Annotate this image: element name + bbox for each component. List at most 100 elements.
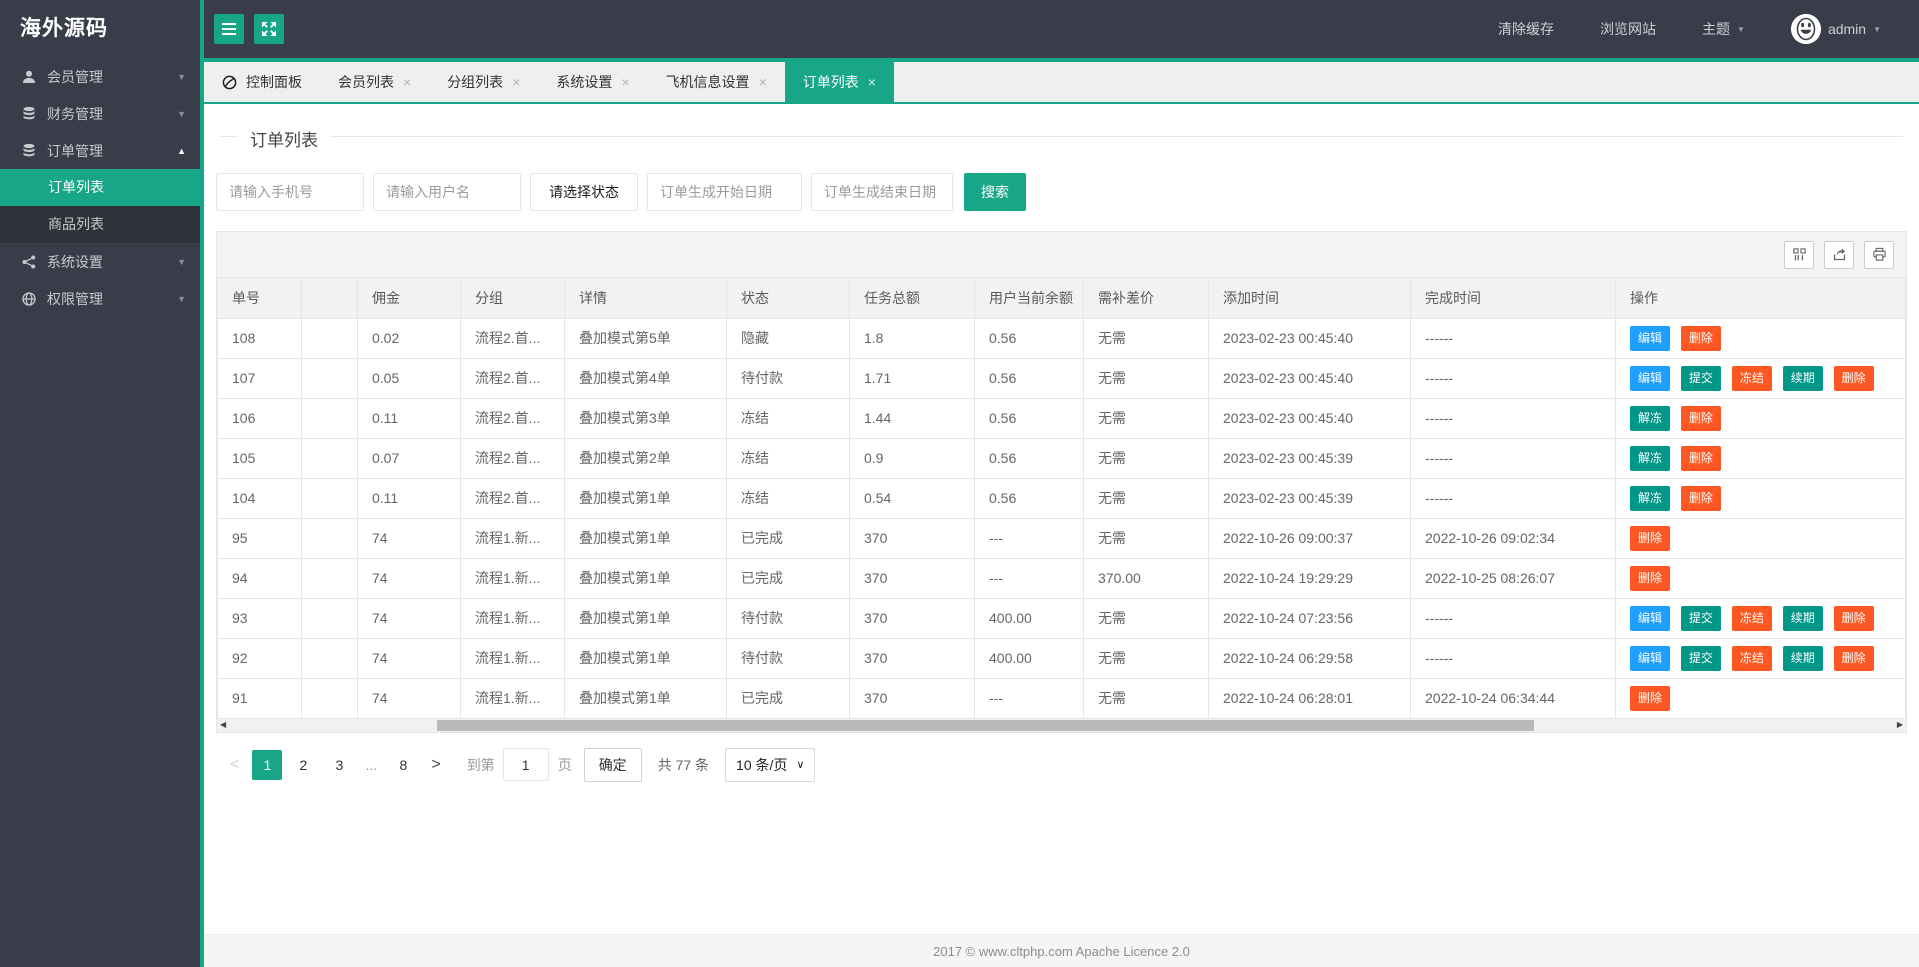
- table-row: 105 0.07 流程2.首... 叠加模式第2单 冻结 0.9 0.56 无需…: [217, 437, 1906, 479]
- close-icon[interactable]: ×: [868, 74, 876, 90]
- sidebar-menu: 会员管理 ▼ 财务管理 ▼ 订单管理 ▲ 订单列表 商品列表 系统设置 ▼ 权限…: [0, 58, 200, 317]
- close-icon[interactable]: ×: [512, 74, 520, 90]
- row-action-button[interactable]: 删除: [1680, 445, 1721, 471]
- row-action-button[interactable]: 提交: [1680, 645, 1721, 671]
- page-number-8[interactable]: 8: [388, 750, 418, 780]
- cell-detail: 叠加模式第5单: [564, 317, 727, 359]
- chevron-down-icon: ∨: [796, 759, 805, 771]
- username-input[interactable]: [373, 173, 521, 211]
- row-action-button[interactable]: 解冻: [1630, 405, 1671, 431]
- row-action-button[interactable]: 续期: [1782, 365, 1823, 391]
- horizontal-scrollbar[interactable]: ◀ ▶: [217, 718, 1906, 732]
- scroll-right-icon[interactable]: ▶: [1897, 721, 1903, 729]
- cell-status: 已完成: [726, 677, 850, 719]
- fullscreen-button[interactable]: [254, 14, 284, 44]
- theme-menu[interactable]: 主题 ▼: [1702, 19, 1745, 39]
- cell-actions: 删除: [1615, 677, 1906, 719]
- sidebar-item-member-management[interactable]: 会员管理 ▼: [0, 58, 200, 95]
- cell-status: 待付款: [726, 637, 850, 679]
- sidebar-item-product-list[interactable]: 商品列表: [0, 206, 200, 243]
- tab-aircraft-info-settings[interactable]: 飞机信息设置 ×: [648, 62, 785, 102]
- sidebar-item-finance-management[interactable]: 财务管理 ▼: [0, 95, 200, 132]
- sidebar-toggle-button[interactable]: [214, 14, 244, 44]
- print-button[interactable]: [1864, 240, 1894, 269]
- tab-order-list[interactable]: 订单列表 ×: [784, 62, 894, 102]
- close-icon[interactable]: ×: [759, 74, 767, 90]
- row-action-button[interactable]: 续期: [1782, 605, 1823, 631]
- row-action-button[interactable]: 删除: [1680, 485, 1721, 511]
- row-action-button[interactable]: 提交: [1680, 365, 1721, 391]
- sidebar-item-order-list[interactable]: 订单列表: [0, 169, 200, 206]
- confirm-button[interactable]: 确定: [583, 747, 642, 782]
- row-action-button[interactable]: 编辑: [1630, 325, 1671, 351]
- cell-created-time: 2022-10-24 19:29:29: [1208, 557, 1411, 599]
- row-action-button[interactable]: 冻结: [1731, 365, 1772, 391]
- row-action-button[interactable]: 删除: [1833, 365, 1874, 391]
- user-menu[interactable]: admin ▼: [1790, 14, 1881, 44]
- row-action-button[interactable]: 删除: [1630, 525, 1671, 551]
- start-date-input[interactable]: [647, 173, 802, 211]
- cell-task-total: 0.9: [849, 437, 975, 479]
- cell-commission: 74: [357, 517, 461, 559]
- row-action-button[interactable]: 编辑: [1630, 645, 1671, 671]
- row-action-button[interactable]: 删除: [1680, 325, 1721, 351]
- columns-filter-button[interactable]: [1784, 240, 1814, 269]
- cell-status: 隐藏: [726, 317, 850, 359]
- clear-cache-link[interactable]: 清除缓存: [1498, 19, 1554, 39]
- footer: 2017 © www.cltphp.com Apache Licence 2.0: [204, 934, 1919, 967]
- row-action-button[interactable]: 编辑: [1630, 605, 1671, 631]
- per-page-select[interactable]: 10 条/页 ∨: [725, 747, 816, 782]
- row-action-button[interactable]: 解冻: [1630, 445, 1671, 471]
- smiley-face-icon: [1790, 14, 1821, 44]
- col-empty: [301, 278, 358, 319]
- cell-actions: 解冻 删除: [1615, 437, 1906, 479]
- goto-page-input[interactable]: [502, 748, 549, 781]
- cell-created-time: 2023-02-23 00:45:39: [1208, 477, 1411, 519]
- close-icon[interactable]: ×: [403, 74, 411, 90]
- cell-actions: 解冻 删除: [1615, 397, 1906, 439]
- status-select-button[interactable]: 请选择状态: [530, 173, 638, 211]
- row-action-button[interactable]: 编辑: [1630, 365, 1671, 391]
- row-action-button[interactable]: 提交: [1680, 605, 1721, 631]
- browse-site-link[interactable]: 浏览网站: [1600, 19, 1656, 39]
- page-number-2[interactable]: 2: [288, 750, 318, 780]
- tab-system-settings[interactable]: 系统设置 ×: [538, 62, 647, 102]
- cell-empty: [301, 597, 358, 639]
- cell-finished-time: ------: [1410, 597, 1616, 639]
- prev-page-button[interactable]: <: [220, 756, 249, 774]
- row-action-button[interactable]: 续期: [1782, 645, 1823, 671]
- row-action-button[interactable]: 删除: [1833, 605, 1874, 631]
- row-action-button[interactable]: 删除: [1680, 405, 1721, 431]
- next-page-button[interactable]: >: [421, 756, 450, 774]
- tab-group-list[interactable]: 分组列表 ×: [429, 62, 538, 102]
- page-number-3[interactable]: 3: [324, 750, 354, 780]
- export-button[interactable]: [1824, 240, 1854, 269]
- theme-label: 主题: [1702, 21, 1731, 37]
- row-action-button[interactable]: 解冻: [1630, 485, 1671, 511]
- sidebar-item-permission-management[interactable]: 权限管理 ▼: [0, 280, 200, 317]
- tab-member-list[interactable]: 会员列表 ×: [320, 62, 429, 102]
- sidebar-item-order-management[interactable]: 订单管理 ▲: [0, 132, 200, 169]
- scroll-left-icon[interactable]: ◀: [220, 721, 226, 729]
- tab-console[interactable]: 控制面板: [204, 62, 320, 102]
- row-action-button[interactable]: 删除: [1630, 685, 1671, 711]
- cell-actions: 删除: [1615, 557, 1906, 599]
- scrollbar-thumb[interactable]: [436, 719, 1535, 731]
- search-button[interactable]: 搜索: [964, 173, 1026, 211]
- row-action-button[interactable]: 删除: [1833, 645, 1874, 671]
- close-icon[interactable]: ×: [621, 74, 629, 90]
- cell-status: 已完成: [726, 517, 850, 559]
- cell-empty: [301, 557, 358, 599]
- cell-finished-time: 2022-10-26 09:02:34: [1410, 517, 1616, 559]
- row-action-button[interactable]: 删除: [1630, 565, 1671, 591]
- end-date-input[interactable]: [811, 173, 953, 211]
- cell-diff: 无需: [1083, 677, 1209, 719]
- sidebar-item-system-settings[interactable]: 系统设置 ▼: [0, 243, 200, 280]
- page-number-1[interactable]: 1: [252, 749, 283, 780]
- cell-order-id: 93: [217, 597, 302, 639]
- row-action-button[interactable]: 冻结: [1731, 645, 1772, 671]
- columns-icon: [1792, 248, 1806, 261]
- row-action-button[interactable]: 冻结: [1731, 605, 1772, 631]
- phone-input[interactable]: [216, 173, 364, 211]
- cell-order-id: 104: [217, 477, 302, 519]
